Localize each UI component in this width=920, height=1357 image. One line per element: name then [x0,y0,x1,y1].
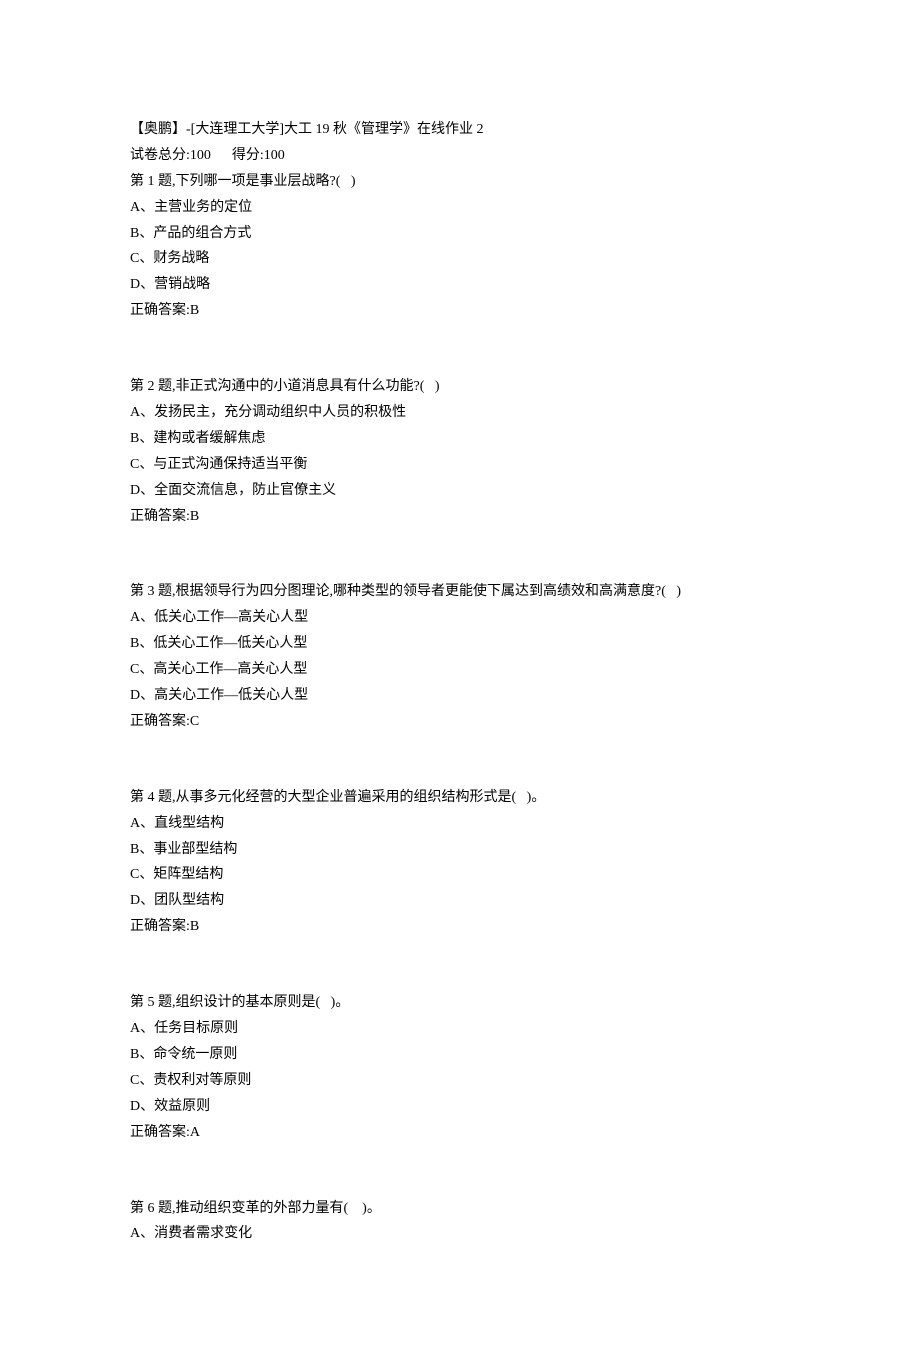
question-block: 第 6 题,推动组织变革的外部力量有( )。 A、消费者需求变化 [130,1196,790,1248]
question-option: A、主营业务的定位 [130,195,790,221]
question-option: B、建构或者缓解焦虑 [130,426,790,452]
question-option: C、矩阵型结构 [130,862,790,888]
question-option: A、低关心工作—高关心人型 [130,605,790,631]
question-option: D、团队型结构 [130,888,790,914]
question-block: 第 2 题,非正式沟通中的小道消息具有什么功能?( ) A、发扬民主，充分调动组… [130,374,790,529]
question-answer: 正确答案:A [130,1120,790,1146]
question-stem: 第 5 题,组织设计的基本原则是( )。 [130,990,790,1016]
question-answer: 正确答案:B [130,504,790,530]
question-option: D、效益原则 [130,1094,790,1120]
question-answer: 正确答案:B [130,914,790,940]
question-option: B、产品的组合方式 [130,221,790,247]
question-option: C、财务战略 [130,246,790,272]
question-option: D、营销战略 [130,272,790,298]
question-answer: 正确答案:B [130,298,790,324]
question-option: D、全面交流信息，防止官僚主义 [130,478,790,504]
question-stem: 第 4 题,从事多元化经营的大型企业普遍采用的组织结构形式是( )。 [130,785,790,811]
question-option: A、任务目标原则 [130,1016,790,1042]
question-block: 第 1 题,下列哪一项是事业层战略?( ) A、主营业务的定位 B、产品的组合方… [130,169,790,324]
question-option: C、高关心工作—高关心人型 [130,657,790,683]
question-option: B、低关心工作—低关心人型 [130,631,790,657]
question-option: A、消费者需求变化 [130,1221,790,1247]
question-option: B、命令统一原则 [130,1042,790,1068]
question-option: D、高关心工作—低关心人型 [130,683,790,709]
question-answer: 正确答案:C [130,709,790,735]
question-stem: 第 2 题,非正式沟通中的小道消息具有什么功能?( ) [130,374,790,400]
question-block: 第 5 题,组织设计的基本原则是( )。 A、任务目标原则 B、命令统一原则 C… [130,990,790,1145]
document-page: 【奥鹏】-[大连理工大学]大工 19 秋《管理学》在线作业 2 试卷总分:100… [0,0,920,1357]
question-stem: 第 3 题,根据领导行为四分图理论,哪种类型的领导者更能使下属达到高绩效和高满意… [130,579,790,605]
question-stem: 第 1 题,下列哪一项是事业层战略?( ) [130,169,790,195]
question-block: 第 3 题,根据领导行为四分图理论,哪种类型的领导者更能使下属达到高绩效和高满意… [130,579,790,734]
question-option: C、责权利对等原则 [130,1068,790,1094]
question-stem: 第 6 题,推动组织变革的外部力量有( )。 [130,1196,790,1222]
question-option: B、事业部型结构 [130,837,790,863]
doc-title: 【奥鹏】-[大连理工大学]大工 19 秋《管理学》在线作业 2 [130,117,790,143]
question-block: 第 4 题,从事多元化经营的大型企业普遍采用的组织结构形式是( )。 A、直线型… [130,785,790,940]
question-option: A、直线型结构 [130,811,790,837]
score-line: 试卷总分:100 得分:100 [130,143,790,169]
question-option: C、与正式沟通保持适当平衡 [130,452,790,478]
question-option: A、发扬民主，充分调动组织中人员的积极性 [130,400,790,426]
